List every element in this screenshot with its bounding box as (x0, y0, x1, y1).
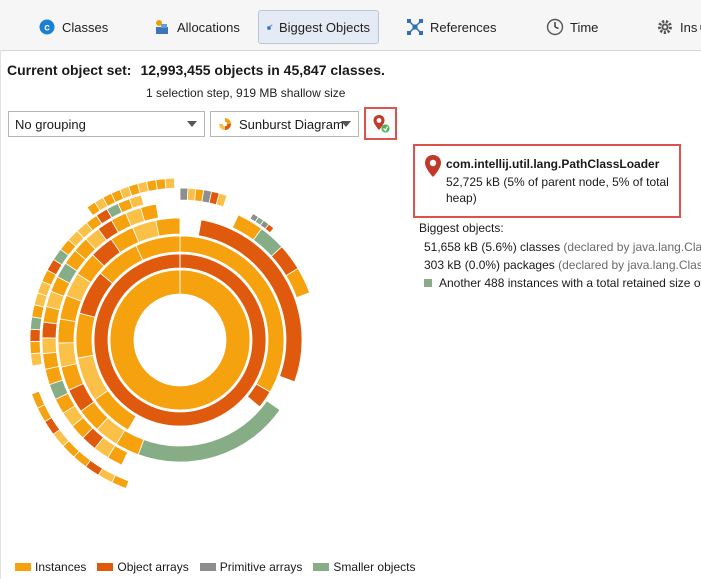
panel-border (0, 50, 1, 579)
tab-label: Ins (680, 19, 698, 35)
sunburst-segment[interactable] (41, 337, 58, 355)
legend-label: Smaller objects (333, 560, 416, 574)
sunburst-segment[interactable] (30, 352, 43, 367)
sunburst-segment[interactable] (164, 177, 176, 190)
row-note: (declared by java.lang.ClassLoader) (563, 240, 701, 254)
allocations-icon (156, 20, 168, 34)
grouping-select[interactable]: No grouping (8, 111, 205, 137)
selected-node-info: com.intellij.util.lang.PathClassLoader 5… (413, 144, 681, 218)
biggest-object-row[interactable]: Another 488 instances with a total retai… (424, 276, 701, 290)
tab-label: Classes (62, 19, 109, 35)
svg-text:c: c (44, 23, 50, 34)
location-pin-icon (425, 155, 441, 177)
view-tab-bar: c Classes Allocations Biggest Objects Re… (0, 0, 701, 51)
sunburst-segment[interactable] (42, 351, 60, 370)
chevron-down-icon (187, 121, 197, 127)
tab-time[interactable]: Time (538, 10, 606, 44)
legend-swatch (313, 563, 330, 571)
selected-node-size: 52,725 kB (5% of parent node, 5% of tota… (446, 175, 669, 205)
references-icon (407, 19, 423, 35)
locate-selection-button[interactable] (364, 107, 397, 140)
legend-swatch (199, 563, 216, 571)
sunburst-segment[interactable] (179, 187, 189, 201)
biggest-object-row[interactable]: 51,658 kB (5.6%) classes (declared by ja… (424, 240, 701, 254)
clock-icon (546, 18, 564, 36)
summary-value: 12,993,455 objects in 45,847 classes. (140, 62, 385, 78)
legend-item-object-arrays: Object arrays (97, 560, 189, 574)
sunburst-segment[interactable] (29, 328, 41, 342)
sunburst-segment[interactable] (57, 342, 78, 368)
view-mode-value: Sunburst Diagram (239, 116, 344, 132)
legend-swatch (97, 563, 114, 571)
biggest-object-row[interactable]: 303 kB (0.0%) packages (declared by java… (424, 258, 701, 272)
tab-allocations[interactable]: Allocations (145, 10, 248, 44)
biggest-objects-title: Biggest objects: (419, 221, 504, 235)
legend-item-primitive-arrays: Primitive arrays (199, 560, 303, 574)
legend-item-smaller-objects: Smaller objects (313, 560, 415, 574)
selected-class-name: com.intellij.util.lang.PathClassLoader (446, 157, 660, 171)
tab-label: References (430, 19, 497, 35)
tab-label: Time (570, 19, 599, 35)
biggest-objects-icon (267, 24, 273, 30)
tab-label: Allocations (177, 19, 240, 35)
current-object-set: Current object set: 12,993,455 objects in… (7, 62, 385, 78)
legend-label: Object arrays (117, 560, 189, 574)
chart-legend: Instances Object arrays Primitive arrays… (15, 560, 426, 574)
sunburst-segment[interactable] (29, 340, 42, 355)
legend-label: Primitive arrays (219, 560, 303, 574)
sunburst-root-ring[interactable] (109, 269, 251, 411)
locate-pin-icon (373, 115, 390, 133)
summary-label: Current object set: (7, 62, 132, 78)
row-note: (declared by java.lang.ClassLoader) (558, 258, 701, 272)
sunburst-segment[interactable] (41, 321, 58, 339)
row-size: 303 kB (0.0%) packages (424, 258, 555, 272)
tab-references[interactable]: References (398, 10, 504, 44)
tab-inspections[interactable]: Ins ▸ (648, 10, 701, 44)
legend-item-instances: Instances (15, 560, 86, 574)
tab-biggest-objects[interactable]: Biggest Objects (258, 10, 379, 44)
sunburst-diagram[interactable] (20, 165, 380, 495)
sunburst-segment[interactable] (31, 390, 46, 409)
sunburst-segment[interactable] (155, 217, 181, 237)
sunburst-segment[interactable] (29, 316, 43, 331)
gear-icon (658, 20, 672, 34)
legend-label: Instances (35, 560, 87, 574)
legend-swatch (15, 563, 31, 571)
tab-label: Biggest Objects (278, 19, 370, 35)
smaller-objects-swatch (424, 279, 432, 287)
grouping-value: No grouping (15, 116, 86, 132)
summary-detail: 1 selection step, 919 MB shallow size (146, 86, 346, 100)
chevron-down-icon (341, 121, 351, 127)
tab-classes[interactable]: c Classes (30, 10, 116, 44)
sunburst-segment[interactable] (57, 318, 77, 344)
row-more: Another 488 instances with a total retai… (439, 276, 701, 290)
sunburst-icon (219, 118, 231, 130)
sunburst-segment[interactable] (155, 178, 167, 191)
sunburst-segment[interactable] (75, 312, 96, 359)
row-size: 51,658 kB (5.6%) classes (424, 240, 561, 254)
classes-icon: c (39, 19, 55, 35)
view-mode-select[interactable]: Sunburst Diagram (210, 111, 359, 137)
